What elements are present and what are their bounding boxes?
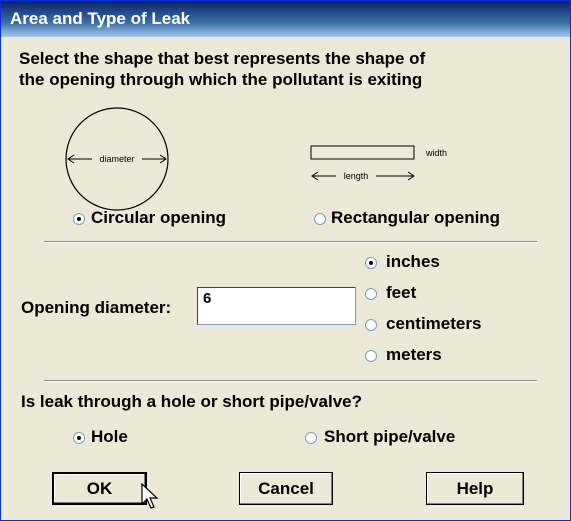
hole-label[interactable]: Hole	[91, 427, 128, 447]
rectangle-diagram: width length	[310, 145, 447, 181]
feet-radio[interactable]	[365, 288, 377, 300]
hole-radio[interactable]	[73, 432, 85, 444]
leak-type-question: Is leak through a hole or short pipe/val…	[21, 392, 363, 411]
meters-radio[interactable]	[365, 350, 377, 362]
circular-opening-label[interactable]: Circular opening	[91, 208, 226, 228]
rectangular-opening-radio[interactable]	[314, 213, 326, 225]
meters-label[interactable]: meters	[386, 345, 442, 365]
help-button[interactable]: Help	[426, 472, 524, 505]
ok-button[interactable]: OK	[52, 472, 147, 505]
cancel-button[interactable]: Cancel	[239, 472, 333, 505]
inches-label[interactable]: inches	[386, 252, 440, 272]
inches-radio[interactable]	[365, 257, 377, 269]
separator	[44, 241, 537, 243]
leak-dialog: Area and Type of Leak Select the shape t…	[0, 0, 571, 521]
mouse-cursor-icon	[141, 483, 159, 509]
short-pipe-valve-radio[interactable]	[305, 432, 317, 444]
circular-opening-radio[interactable]	[73, 213, 85, 225]
rectangular-opening-label[interactable]: Rectangular opening	[331, 208, 500, 228]
width-label: width	[425, 148, 447, 158]
opening-diameter-label: Opening diameter:	[21, 298, 172, 317]
opening-diameter-input[interactable]	[197, 287, 356, 325]
diameter-label: diameter	[99, 154, 134, 164]
shape-diagrams: diameter width length	[65, 107, 447, 211]
centimeters-label[interactable]: centimeters	[386, 314, 481, 334]
length-label: length	[344, 171, 369, 181]
short-pipe-valve-label[interactable]: Short pipe/valve	[324, 427, 455, 447]
centimeters-radio[interactable]	[365, 319, 377, 331]
feet-label[interactable]: feet	[386, 283, 416, 303]
separator	[44, 380, 537, 382]
circle-diagram: diameter	[65, 107, 169, 211]
